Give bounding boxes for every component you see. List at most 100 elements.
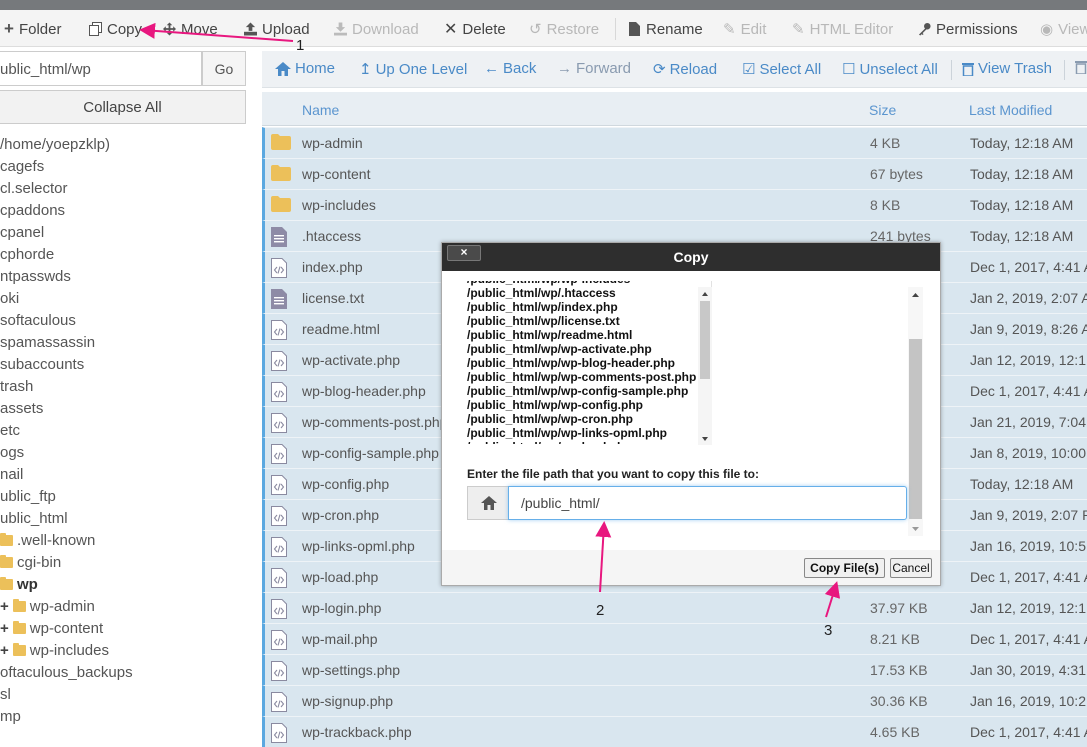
- tree-item[interactable]: + wp-includes: [0, 639, 109, 661]
- tree-item[interactable]: mp: [0, 705, 21, 727]
- tree-item[interactable]: cphorde: [0, 243, 54, 265]
- selected-file-path: /public_html/wp/wp-links-opml.php: [467, 426, 667, 440]
- table-row[interactable]: wp-login.php 37.97 KB Jan 12, 2019, 12:1: [262, 592, 1087, 623]
- home-button[interactable]: Home: [275, 60, 335, 77]
- tree-item[interactable]: ntpasswds: [0, 265, 71, 287]
- copy-icon: [89, 22, 102, 36]
- tree-item[interactable]: trash: [0, 375, 33, 397]
- tree-item[interactable]: oftaculous_backups: [0, 661, 133, 683]
- tree-item[interactable]: sl: [0, 683, 11, 705]
- file-modified: Today, 12:18 AM: [970, 166, 1074, 182]
- scroll-thumb[interactable]: [909, 339, 922, 519]
- edit-button[interactable]: ✎ Edit: [723, 18, 766, 40]
- copy-button[interactable]: Copy: [89, 18, 142, 40]
- table-row[interactable]: wp-admin 4 KB Today, 12:18 AM: [262, 127, 1087, 158]
- tree-item[interactable]: .well-known: [0, 529, 95, 551]
- tree-item[interactable]: cagefs: [0, 155, 44, 177]
- empty-trash-button[interactable]: [1075, 60, 1087, 74]
- restore-button[interactable]: ↺ Restore: [529, 18, 599, 40]
- tree-item[interactable]: cpaddons: [0, 199, 65, 221]
- scroll-thumb[interactable]: [700, 301, 710, 379]
- code-file-icon: [271, 568, 287, 588]
- table-row[interactable]: wp-mail.php 8.21 KB Dec 1, 2017, 4:41 A: [262, 623, 1087, 654]
- selected-file-path: /public_html/wp/.htaccess: [467, 286, 616, 300]
- tree-item-label: softaculous: [0, 311, 76, 329]
- go-button[interactable]: Go: [202, 51, 246, 86]
- code-file-icon: [271, 630, 287, 650]
- table-row[interactable]: wp-trackback.php 4.65 KB Dec 1, 2017, 4:41…: [262, 716, 1087, 747]
- tree-item[interactable]: /home/yoepzklp): [0, 133, 110, 155]
- file-name: wp-config.php: [302, 476, 390, 492]
- view-trash-label: View Trash: [978, 60, 1052, 77]
- forward-button[interactable]: → Forward: [557, 60, 631, 77]
- column-modified-header[interactable]: Last Modified: [969, 102, 1052, 118]
- move-button[interactable]: Move: [163, 18, 218, 40]
- dialog-scrollbar[interactable]: [908, 287, 923, 536]
- code-file-icon: [271, 723, 287, 743]
- table-row[interactable]: wp-content 67 bytes Today, 12:18 AM: [262, 158, 1087, 189]
- table-row[interactable]: wp-includes 8 KB Today, 12:18 AM: [262, 189, 1087, 220]
- reload-button[interactable]: ⟳ Reload: [653, 60, 717, 79]
- cancel-button[interactable]: Cancel: [890, 558, 932, 578]
- tree-item[interactable]: cl.selector: [0, 177, 68, 199]
- tree-item[interactable]: oki: [0, 287, 19, 309]
- tree-item[interactable]: ublic_html: [0, 507, 68, 529]
- code-file-icon: [271, 444, 287, 464]
- rename-button[interactable]: Rename: [628, 18, 703, 40]
- code-file-icon: [271, 537, 287, 557]
- table-row[interactable]: wp-settings.php 17.53 KB Jan 30, 2019, 4:3…: [262, 654, 1087, 685]
- destination-path-input[interactable]: [508, 486, 907, 520]
- back-button[interactable]: ← Back: [484, 60, 536, 77]
- code-file-icon: [271, 258, 287, 278]
- table-row[interactable]: wp-signup.php 30.36 KB Jan 16, 2019, 10:2: [262, 685, 1087, 716]
- tree-item[interactable]: subaccounts: [0, 353, 84, 375]
- tree-item[interactable]: ublic_ftp: [0, 485, 56, 507]
- tree-item[interactable]: + wp-admin: [0, 595, 95, 617]
- file-list-scrollbar[interactable]: [698, 287, 712, 445]
- file-name: wp-mail.php: [302, 631, 378, 647]
- new-folder-button[interactable]: + Folder: [4, 18, 61, 40]
- html-editor-button[interactable]: ✎ HTML Editor: [792, 18, 893, 40]
- delete-icon: ✕: [444, 21, 458, 38]
- download-button[interactable]: Download: [334, 18, 419, 40]
- expand-icon[interactable]: +: [0, 620, 9, 637]
- selected-file-path: /public_html/wp/readme.html: [467, 328, 633, 342]
- permissions-button[interactable]: Permissions: [918, 18, 1018, 40]
- view-button[interactable]: ◉ View: [1040, 18, 1087, 40]
- column-name-header[interactable]: Name: [302, 102, 339, 118]
- tree-item[interactable]: + wp-content: [0, 617, 103, 639]
- tree-item[interactable]: cgi-bin: [0, 551, 61, 573]
- collapse-all-button[interactable]: Collapse All: [0, 90, 246, 124]
- file-size: 37.97 KB: [870, 600, 928, 616]
- dialog-close-button[interactable]: ×: [447, 245, 481, 261]
- tree-item[interactable]: spamassassin: [0, 331, 95, 353]
- tree-item[interactable]: ogs: [0, 441, 24, 463]
- tree-item[interactable]: wp: [0, 573, 38, 595]
- selected-file-path: /public_html/wp/wp-comments-post.php: [467, 370, 697, 384]
- file-size: 30.36 KB: [870, 693, 928, 709]
- view-trash-button[interactable]: View Trash: [962, 60, 1052, 77]
- path-input[interactable]: ublic_html/wp: [0, 51, 202, 86]
- file-name: index.php: [302, 259, 363, 275]
- tree-item[interactable]: nail: [0, 463, 23, 485]
- tree-item[interactable]: assets: [0, 397, 43, 419]
- arrow-left-icon: ←: [484, 60, 499, 77]
- file-name: wp-includes: [302, 197, 376, 213]
- delete-button[interactable]: ✕ Delete: [444, 18, 506, 40]
- destination-prompt: Enter the file path that you want to cop…: [467, 467, 760, 481]
- tree-item[interactable]: etc: [0, 419, 20, 441]
- copy-files-button[interactable]: Copy File(s): [804, 558, 885, 578]
- up-one-level-button[interactable]: ↥ Up One Level: [359, 60, 467, 79]
- column-size-header[interactable]: Size: [869, 102, 896, 118]
- select-all-button[interactable]: ☑ Select All: [742, 60, 821, 79]
- file-size: 8 KB: [870, 197, 901, 213]
- code-file-icon: [271, 382, 287, 402]
- expand-icon[interactable]: +: [0, 598, 9, 615]
- tree-item[interactable]: softaculous: [0, 309, 76, 331]
- code-file-icon: [271, 506, 287, 526]
- file-name: wp-cron.php: [302, 507, 380, 523]
- unselect-all-button[interactable]: ☐ Unselect All: [842, 60, 938, 79]
- file-name: wp-settings.php: [302, 662, 401, 678]
- tree-item[interactable]: cpanel: [0, 221, 44, 243]
- expand-icon[interactable]: +: [0, 642, 9, 659]
